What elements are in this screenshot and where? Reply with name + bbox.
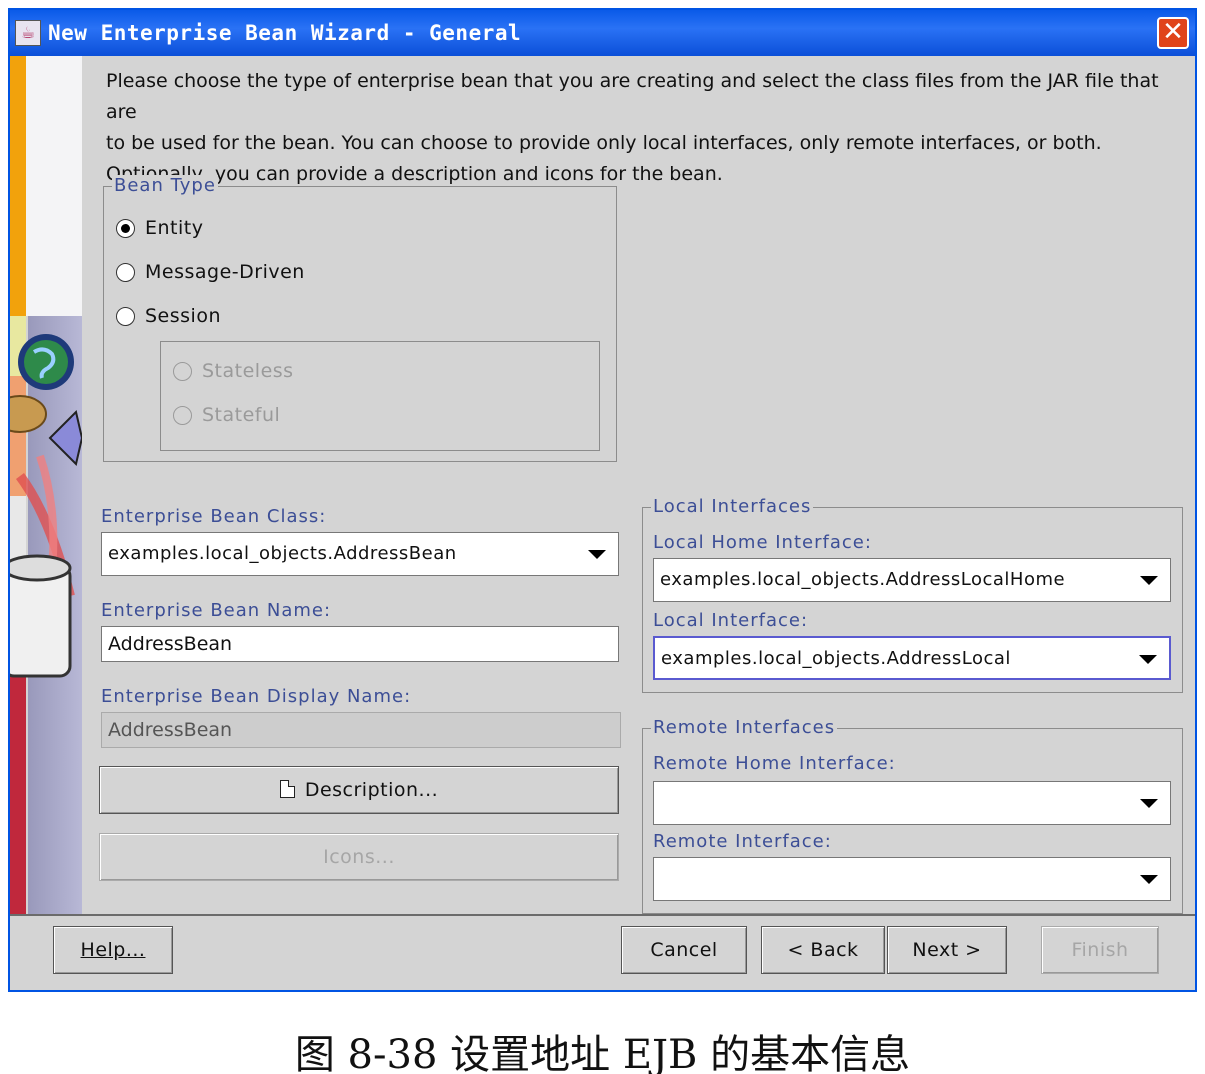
back-button-label: < Back bbox=[787, 939, 859, 961]
next-button[interactable]: Next > bbox=[887, 926, 1007, 974]
local-interface-combo[interactable]: examples.local_objects.AddressLocal bbox=[653, 636, 1171, 680]
radio-button-disabled[interactable] bbox=[173, 405, 192, 425]
close-button[interactable]: ✕ bbox=[1157, 17, 1189, 49]
radio-button[interactable] bbox=[116, 306, 135, 326]
remote-home-label: Remote Home Interface: bbox=[653, 753, 896, 774]
title-bar[interactable]: ☕ New Enterprise Bean Wizard - General ✕ bbox=[10, 10, 1195, 56]
dropdown-arrow-icon[interactable] bbox=[1140, 875, 1158, 884]
help-button-label: Help... bbox=[80, 939, 146, 961]
bean-name-label: Enterprise Bean Name: bbox=[101, 600, 332, 621]
wizard-window: ☕ New Enterprise Bean Wizard - General ✕ bbox=[8, 8, 1197, 992]
radio-button[interactable] bbox=[116, 262, 135, 282]
radio-entity-label: Entity bbox=[145, 217, 204, 239]
window-title: New Enterprise Bean Wizard - General bbox=[48, 21, 522, 45]
remote-interface-combo[interactable] bbox=[653, 857, 1171, 901]
description-button-label: Description... bbox=[304, 779, 439, 801]
bean-type-group: Bean Type Entity Message-Driven Session … bbox=[103, 175, 617, 462]
bean-class-value: examples.local_objects.AddressBean bbox=[108, 543, 457, 564]
back-button[interactable]: < Back bbox=[761, 926, 885, 974]
sidebar-illustration bbox=[10, 334, 82, 678]
dropdown-arrow-icon[interactable] bbox=[1139, 655, 1157, 664]
icons-button[interactable]: Icons... bbox=[99, 833, 619, 881]
finish-button[interactable]: Finish bbox=[1041, 926, 1159, 974]
radio-message-driven-label: Message-Driven bbox=[145, 261, 305, 283]
help-button[interactable]: Help... bbox=[53, 926, 173, 974]
bean-class-combo[interactable]: examples.local_objects.AddressBean bbox=[101, 532, 619, 576]
bean-class-label: Enterprise Bean Class: bbox=[101, 506, 327, 527]
globe-icon bbox=[18, 334, 74, 390]
radio-stateless[interactable]: Stateless bbox=[173, 360, 294, 382]
jar-icon bbox=[10, 554, 72, 678]
intro-text: Please choose the type of enterprise bea… bbox=[106, 70, 1159, 185]
next-button-label: Next > bbox=[912, 939, 982, 961]
figure-caption: 图 8-38 设置地址 EJB 的基本信息 bbox=[294, 1032, 911, 1074]
local-home-label: Local Home Interface: bbox=[653, 532, 872, 553]
session-type-group: Stateless Stateful bbox=[160, 341, 600, 451]
radio-session[interactable]: Session bbox=[116, 305, 221, 327]
wizard-footer: Help... Cancel < Back Next > Finish bbox=[10, 914, 1195, 990]
radio-button-disabled[interactable] bbox=[173, 361, 192, 381]
wizard-content: Please choose the type of enterprise bea… bbox=[82, 56, 1195, 914]
radio-stateful-label: Stateful bbox=[202, 404, 281, 426]
remote-interface-label: Remote Interface: bbox=[653, 831, 832, 852]
cancel-button[interactable]: Cancel bbox=[621, 926, 747, 974]
bean-display-name-input[interactable]: AddressBean bbox=[101, 712, 621, 748]
remote-interfaces-group: Remote Interfaces Remote Home Interface:… bbox=[642, 717, 1183, 914]
local-interface-value: examples.local_objects.AddressLocal bbox=[661, 648, 1011, 669]
local-interfaces-group: Local Interfaces Local Home Interface: e… bbox=[642, 496, 1183, 693]
close-icon: ✕ bbox=[1162, 17, 1184, 47]
bean-display-name-label: Enterprise Bean Display Name: bbox=[101, 686, 412, 707]
dropdown-arrow-icon[interactable] bbox=[1140, 799, 1158, 808]
bean-type-legend: Bean Type bbox=[112, 175, 218, 196]
remote-home-combo[interactable] bbox=[653, 781, 1171, 825]
document-icon bbox=[279, 780, 295, 798]
remote-interfaces-legend: Remote Interfaces bbox=[651, 717, 838, 738]
radio-session-label: Session bbox=[145, 305, 221, 327]
radio-stateful[interactable]: Stateful bbox=[173, 404, 280, 426]
description-button[interactable]: Description... bbox=[99, 766, 619, 814]
local-interfaces-legend: Local Interfaces bbox=[651, 496, 814, 517]
bean-name-input[interactable]: AddressBean bbox=[101, 626, 619, 662]
local-home-value: examples.local_objects.AddressLocalHome bbox=[660, 569, 1066, 590]
wizard-sidebar-graphic bbox=[10, 56, 82, 914]
local-home-combo[interactable]: examples.local_objects.AddressLocalHome bbox=[653, 558, 1171, 602]
dropdown-arrow-icon[interactable] bbox=[1140, 576, 1158, 585]
radio-stateless-label: Stateless bbox=[202, 360, 294, 382]
dropdown-arrow-icon[interactable] bbox=[588, 550, 606, 559]
local-interface-label: Local Interface: bbox=[653, 610, 809, 631]
java-cup-icon: ☕ bbox=[15, 20, 41, 46]
cancel-button-label: Cancel bbox=[650, 939, 718, 961]
radio-message-driven[interactable]: Message-Driven bbox=[116, 261, 305, 283]
bean-shapes-icon bbox=[10, 395, 82, 466]
radio-entity[interactable]: Entity bbox=[116, 217, 203, 239]
radio-button-selected[interactable] bbox=[116, 218, 135, 238]
